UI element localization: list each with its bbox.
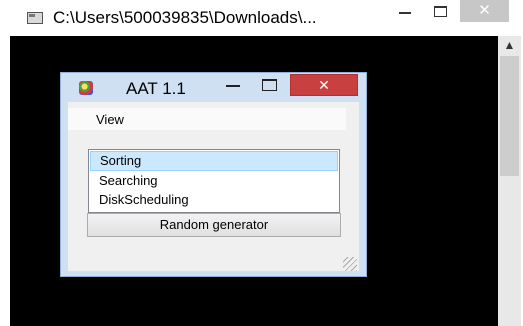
resize-grip-icon[interactable] xyxy=(343,257,357,271)
minimize-icon xyxy=(399,12,411,14)
aat-client-area: View Sorting Searching DiskScheduling Ra… xyxy=(68,102,359,271)
list-item-diskscheduling[interactable]: DiskScheduling xyxy=(90,190,338,210)
scroll-thumb[interactable] xyxy=(500,56,519,176)
console-title: C:\Users\500039835\Downloads\... xyxy=(53,8,317,27)
aat-maximize-button[interactable] xyxy=(262,79,277,91)
random-generator-button[interactable]: Random generator xyxy=(87,213,341,237)
list-item-sorting[interactable]: Sorting xyxy=(90,151,338,171)
maximize-icon xyxy=(433,6,447,17)
scroll-up-arrow-icon[interactable]: ▲ xyxy=(498,36,521,54)
aat-close-button[interactable]: ✕ xyxy=(290,74,358,96)
console-close-button[interactable]: ✕ xyxy=(460,0,509,22)
aat-window-title: AAT 1.1 xyxy=(126,79,186,98)
aat-window: AAT 1.1 ✕ View Sorting Searching DiskSch… xyxy=(60,72,367,277)
console-app-icon xyxy=(27,12,43,24)
console-minimize-button[interactable] xyxy=(392,0,418,22)
menu-bar: View xyxy=(68,108,346,130)
aat-app-icon xyxy=(79,81,93,95)
aat-minimize-button[interactable] xyxy=(226,85,240,87)
vertical-scrollbar[interactable]: ▲ xyxy=(498,36,521,326)
menu-item-view[interactable]: View xyxy=(96,112,124,127)
algorithm-listbox[interactable]: Sorting Searching DiskScheduling xyxy=(88,149,340,213)
console-maximize-button[interactable] xyxy=(427,0,453,22)
console-title-bar[interactable]: C:\Users\500039835\Downloads\... ✕ xyxy=(0,0,523,36)
list-item-searching[interactable]: Searching xyxy=(90,171,338,191)
